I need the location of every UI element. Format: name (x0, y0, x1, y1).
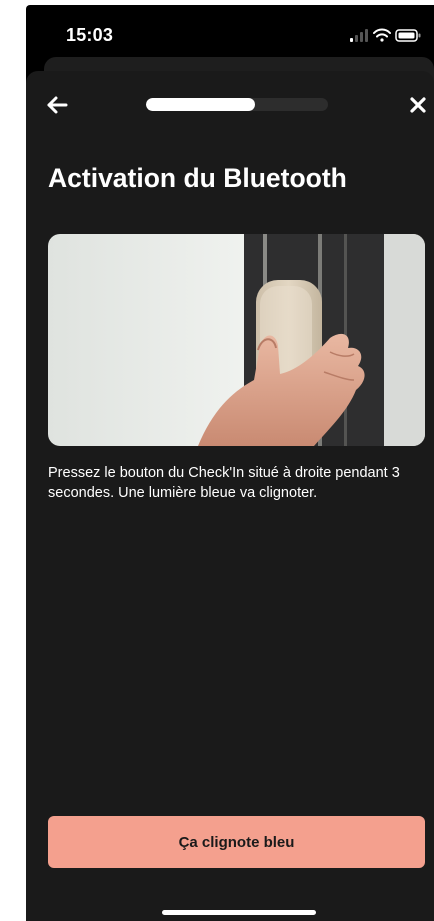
battery-icon (395, 29, 421, 42)
instruction-image (48, 234, 425, 446)
home-indicator (162, 910, 316, 915)
cellular-signal-icon (350, 29, 368, 42)
close-button[interactable] (408, 95, 428, 115)
instruction-text: Pressez le bouton du Check'In situé à dr… (48, 465, 400, 501)
arrow-left-icon (47, 96, 68, 114)
back-button[interactable] (44, 93, 72, 117)
wifi-icon (373, 28, 391, 42)
confirm-blinking-button[interactable]: Ça clignote bleu (48, 816, 425, 868)
status-icons (350, 28, 421, 42)
hand-pressing-device-illustration (48, 234, 425, 446)
top-bar (26, 71, 434, 141)
modal-sheet: Activation du Bluetooth Pressez le bouto… (26, 71, 434, 921)
progress-fill (146, 98, 256, 111)
progress-bar (146, 98, 328, 111)
page-title: Activation du Bluetooth (48, 163, 347, 193)
status-bar: 15:03 (26, 5, 434, 63)
phone-screen: 15:03 Activation du Bluetooth Pressez le… (26, 5, 434, 921)
status-time: 15:03 (66, 25, 114, 45)
close-icon (410, 97, 426, 113)
